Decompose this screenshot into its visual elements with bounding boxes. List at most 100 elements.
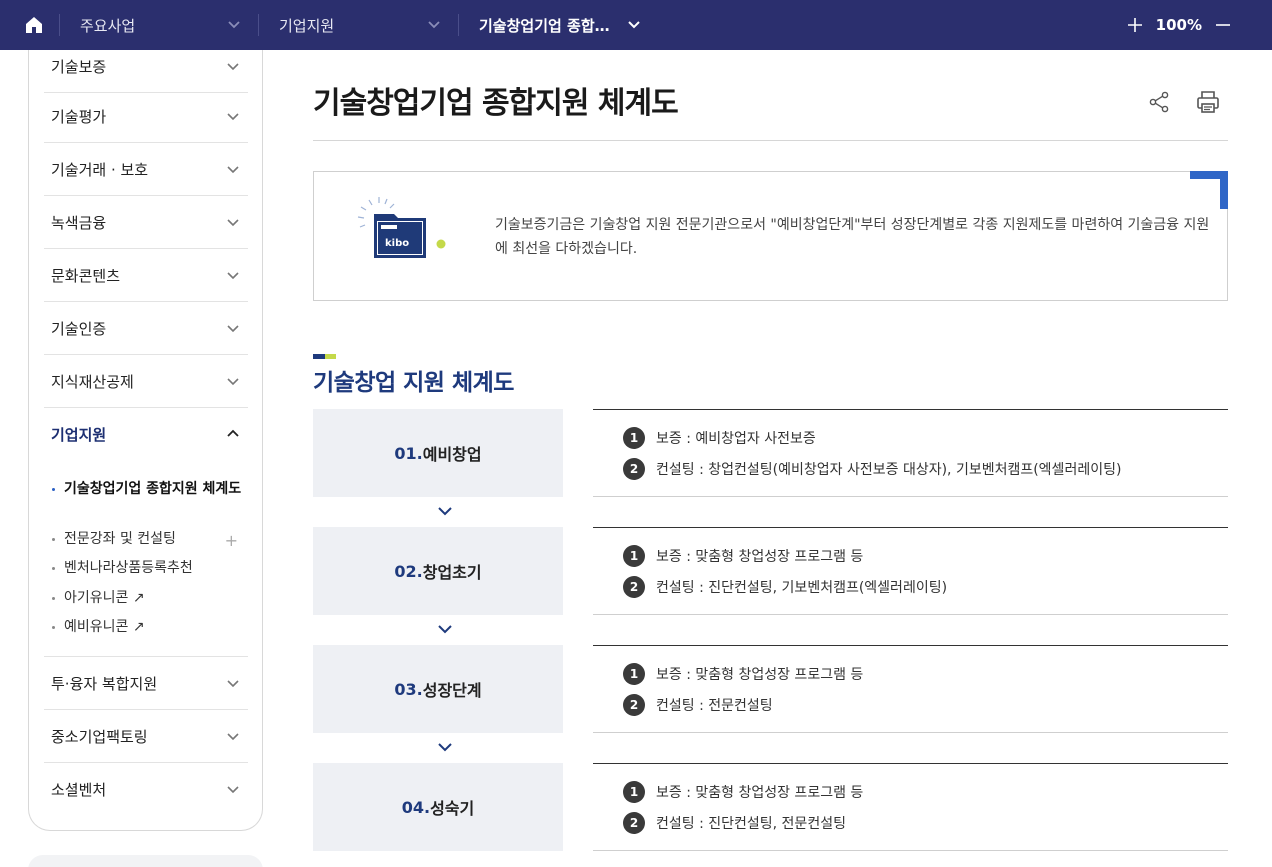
number-badge: 1 — [623, 781, 645, 803]
sidebar-item-tech-trade[interactable]: 기술거래 · 보호 — [44, 143, 248, 196]
detail-text: 보증 : 예비창업자 사전보증 — [656, 431, 816, 447]
detail-text: 보증 : 맞춤형 창업성장 프로그램 등 — [656, 549, 864, 565]
zoom-in-icon[interactable] — [1126, 16, 1144, 34]
sidebar-item-label: 기업지원 — [51, 426, 107, 444]
stage-detail: 1 보증 : 맞춤형 창업성장 프로그램 등 2 컨설팅 : 진단컨설팅, 전문컨설… — [593, 763, 1228, 851]
sidebar-item-factoring[interactable]: 중소기업팩토링 — [44, 710, 248, 763]
share-icon[interactable] — [1147, 90, 1171, 114]
print-icon[interactable] — [1195, 89, 1221, 115]
logo-text: kibo — [385, 238, 409, 249]
section-title-mark — [313, 354, 336, 359]
sidebar-item-culture-content[interactable]: 문화콘텐츠 — [44, 249, 248, 302]
page-title: 기술창업기업 종합지원 체계도 — [313, 86, 679, 121]
detail-row: 2 컨설팅 : 전문컨설팅 — [623, 694, 773, 716]
number-badge: 2 — [623, 458, 645, 480]
chevron-down-icon — [227, 272, 239, 280]
stage-box: 04. 성숙기 — [313, 763, 563, 851]
sidebar-bottom-box — [28, 855, 263, 867]
detail-text: 보증 : 맞춤형 창업성장 프로그램 등 — [656, 785, 864, 801]
submenu-item-venture-market[interactable]: 벤처나라상품등록추천 — [51, 558, 246, 578]
breadcrumb-label: 기술창업기업 종합… — [479, 16, 610, 35]
intro-box: kibo 기술보증기금은 기술창업 지원 전문기관으로서 "예비창업단계"부터 … — [313, 171, 1228, 301]
intro-text: 기술보증기금은 기술창업 지원 전문기관으로서 "예비창업단계"부터 성장단계별… — [495, 217, 1210, 257]
detail-text: 컨설팅 : 창업컨설팅(예비창업자 사전보증 대상자), 기보벤처캠프(엑셀러레… — [656, 462, 1122, 478]
submenu-item-consulting[interactable]: 전문강좌 및 컨설팅 + — [51, 529, 246, 551]
detail-text: 컨설팅 : 전문컨설팅 — [656, 698, 773, 714]
detail-text: 보증 : 맞춤형 창업성장 프로그램 등 — [656, 667, 864, 683]
submenu-item-pre-unicorn[interactable]: 예비유니콘 ↗ — [51, 617, 246, 637]
chevron-down-icon — [227, 786, 239, 794]
submenu-label: 전문강좌 및 컨설팅 — [64, 531, 176, 547]
divider — [258, 14, 259, 36]
sidebar-item-tech-evaluation[interactable]: 기술평가 — [44, 90, 248, 143]
sidebar-item-green-finance[interactable]: 녹색금융 — [44, 196, 248, 249]
number-badge: 1 — [623, 545, 645, 567]
submenu-label: 벤처나라상품등록추천 — [64, 560, 193, 576]
sidebar-item-label: 소셜벤처 — [51, 781, 107, 799]
chevron-down-icon — [227, 680, 239, 688]
home-icon[interactable] — [22, 13, 46, 37]
breadcrumb-label: 주요사업 — [80, 16, 136, 35]
detail-row: 2 컨설팅 : 창업컨설팅(예비창업자 사전보증 대상자), 기보벤처캠프(엑셀러… — [623, 458, 1121, 480]
chevron-down-icon — [227, 166, 239, 174]
stage-box: 02. 창업초기 — [313, 527, 563, 615]
corner-accent — [1190, 171, 1228, 209]
sidebar-item-label: 녹색금융 — [51, 213, 107, 232]
chevron-down-icon — [438, 507, 452, 516]
kibo-folder-icon: kibo — [357, 197, 446, 258]
detail-row: 1 보증 : 맞춤형 창업성장 프로그램 등 — [623, 545, 863, 567]
chevron-down-icon[interactable] — [426, 17, 442, 33]
chevron-down-icon — [227, 325, 239, 333]
sidebar-item-social-venture[interactable]: 소셜벤처 — [44, 763, 248, 816]
sidebar-item-label: 기술거래 · 보호 — [51, 160, 149, 179]
submenu-label: 아기유니콘 ↗ — [64, 590, 145, 606]
submenu-label: 예비유니콘 ↗ — [64, 619, 145, 635]
submenu-item-baby-unicorn[interactable]: 아기유니콘 ↗ — [51, 588, 246, 608]
stage-number: 02. — [394, 561, 423, 581]
chevron-down-icon — [227, 733, 239, 741]
divider — [313, 140, 1228, 141]
plus-icon[interactable]: + — [225, 531, 238, 551]
stage-detail: 1 보증 : 예비창업자 사전보증 2 컨설팅 : 창업컨설팅(예비창업자 사전보증… — [593, 409, 1228, 497]
stage-detail: 1 보증 : 맞춤형 창업성장 프로그램 등 2 컨설팅 : 진단컨설팅, 기보벤처… — [593, 527, 1228, 615]
chevron-down-icon — [227, 378, 239, 386]
number-badge: 2 — [623, 694, 645, 716]
sidebar-item-business-support[interactable]: 기업지원 — [44, 408, 248, 461]
sidebar-item-label: 투·융자 복합지원 — [51, 674, 158, 693]
breadcrumb-business-support[interactable]: 기업지원 — [279, 0, 449, 50]
stage-name: 예비창업 — [422, 445, 482, 464]
breadcrumb-label: 기업지원 — [279, 16, 335, 35]
sidebar-item-tech-certification[interactable]: 기술인증 — [44, 302, 248, 355]
divider — [59, 14, 60, 36]
zoom-out-icon[interactable] — [1214, 16, 1232, 34]
detail-row: 1 보증 : 예비창업자 사전보증 — [623, 427, 816, 449]
section-title: 기술창업 지원 체계도 — [313, 370, 514, 396]
sidebar-item-investment-loan[interactable]: 투·융자 복합지원 — [44, 657, 248, 710]
chevron-down-icon — [227, 219, 239, 227]
number-badge: 2 — [623, 812, 645, 834]
stage-name: 성장단계 — [422, 681, 482, 700]
number-badge: 1 — [623, 663, 645, 685]
stage-number: 04. — [401, 797, 431, 817]
sidebar-item-label: 기술보증 — [51, 57, 107, 76]
stage-number: 01. — [394, 443, 423, 463]
sidebar-item-tech-guarantee[interactable]: 기술보증 — [44, 40, 248, 93]
stage-box: 03. 성장단계 — [313, 645, 563, 733]
sidebar-item-ip-mutual-aid[interactable]: 지식재산공제 — [44, 355, 248, 408]
detail-row: 1 보증 : 맞춤형 창업성장 프로그램 등 — [623, 781, 863, 803]
detail-text: 컨설팅 : 진단컨설팅, 전문컨설팅 — [656, 816, 846, 832]
detail-row: 2 컨설팅 : 진단컨설팅, 기보벤처캠프(엑셀러레이팅) — [623, 576, 947, 598]
chevron-down-icon[interactable] — [226, 17, 242, 33]
chevron-down-icon[interactable] — [626, 17, 642, 33]
chevron-down-icon — [438, 625, 452, 634]
chevron-down-icon — [438, 743, 452, 752]
chevron-up-icon — [227, 429, 239, 437]
detail-row: 2 컨설팅 : 진단컨설팅, 전문컨설팅 — [623, 812, 846, 834]
submenu-item-current[interactable]: 기술창업기업 종합지원 체계도 — [51, 479, 246, 499]
sidebar-item-label: 중소기업팩토링 — [51, 727, 148, 746]
sidebar-item-label: 기술평가 — [51, 107, 107, 126]
stage-detail: 1 보증 : 맞춤형 창업성장 프로그램 등 2 컨설팅 : 전문컨설팅 — [593, 645, 1228, 733]
sidebar-item-label: 기술인증 — [51, 319, 107, 338]
breadcrumb-current-page[interactable]: 기술창업기업 종합… — [479, 0, 629, 50]
zoom-control: 100% — [1126, 0, 1232, 50]
